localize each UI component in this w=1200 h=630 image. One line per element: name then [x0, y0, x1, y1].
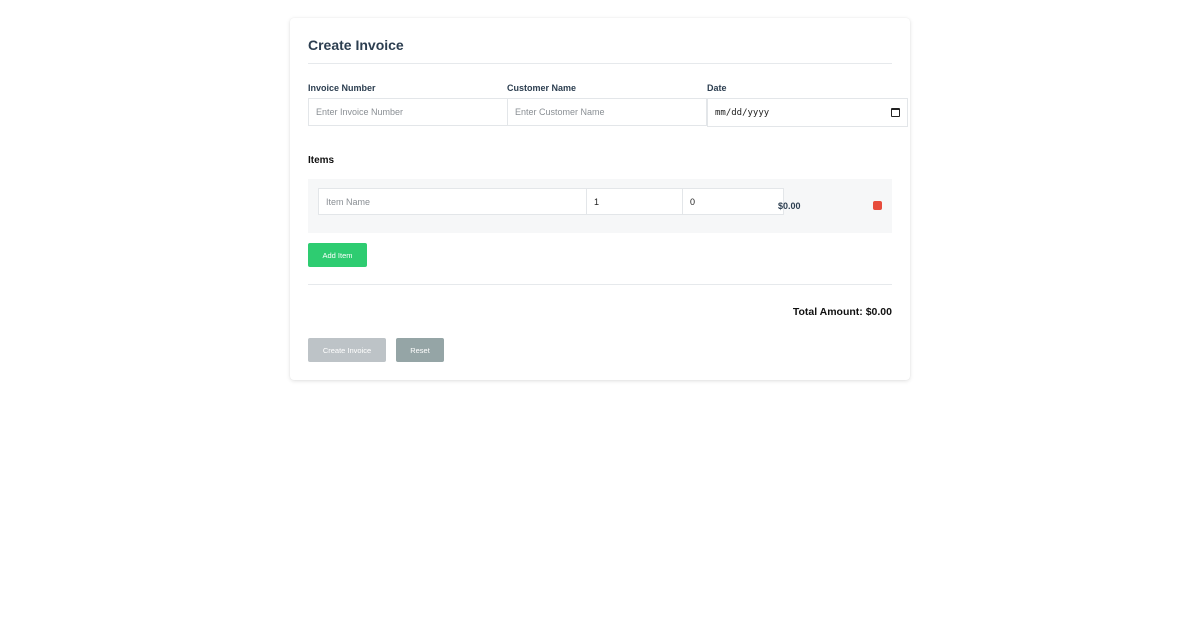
item-quantity-input[interactable]	[586, 188, 683, 215]
customer-name-input[interactable]	[507, 98, 707, 126]
delete-icon[interactable]	[873, 201, 882, 210]
date-label: Date	[707, 83, 727, 93]
create-invoice-button[interactable]: Create Invoice	[308, 338, 386, 362]
date-input[interactable]: mm/dd/yyyy	[707, 98, 908, 127]
invoice-form-card: Create Invoice Invoice Number Customer N…	[290, 18, 910, 380]
item-total: $0.00	[778, 201, 801, 211]
page-title: Create Invoice	[308, 37, 404, 53]
customer-name-label: Customer Name	[507, 83, 577, 93]
date-value: mm/dd/yyyy	[715, 107, 770, 118]
item-price-input[interactable]	[682, 188, 784, 215]
summary-divider	[308, 284, 892, 285]
reset-button[interactable]: Reset	[396, 338, 444, 362]
items-heading: Items	[308, 155, 335, 166]
item-row: $0.00	[308, 179, 892, 233]
invoice-number-label: Invoice Number	[308, 83, 376, 93]
total-amount: Total Amount: $0.00	[792, 306, 892, 318]
add-item-button[interactable]: Add Item	[308, 243, 367, 267]
calendar-icon[interactable]	[891, 108, 900, 117]
title-divider	[308, 63, 892, 64]
invoice-number-input[interactable]	[308, 98, 508, 126]
item-name-input[interactable]	[318, 188, 587, 215]
